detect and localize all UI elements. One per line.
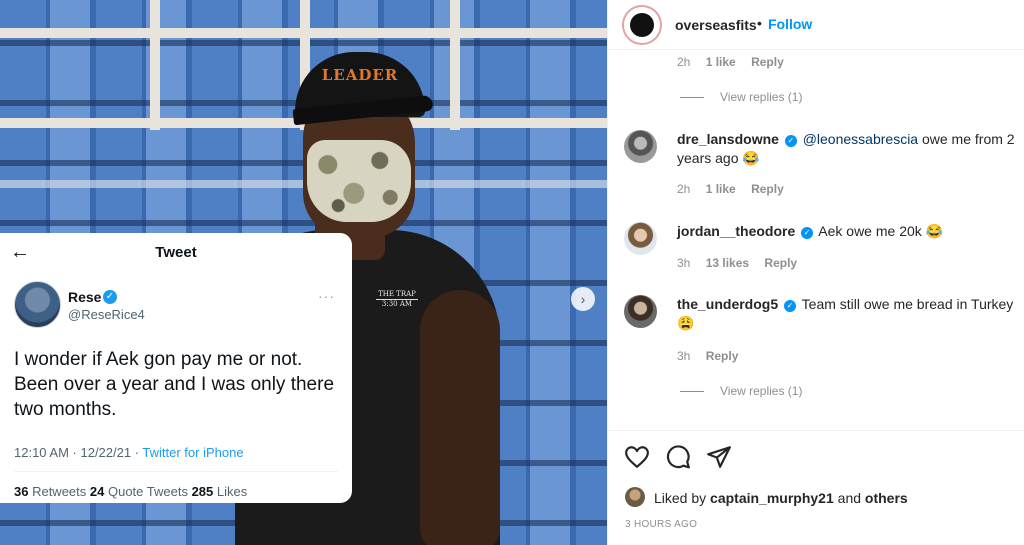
post-username[interactable]: overseasfits bbox=[675, 17, 757, 33]
liked-by-prefix: Liked by bbox=[654, 490, 711, 506]
arm bbox=[420, 290, 500, 545]
others-link[interactable]: others bbox=[865, 490, 908, 506]
like-count: 285 bbox=[191, 484, 214, 499]
verified-icon: ✓ bbox=[784, 300, 797, 312]
tweet-avatar bbox=[14, 281, 61, 328]
shirt-print-line1: THE TRAP bbox=[376, 290, 418, 300]
more-icon: ··· bbox=[318, 288, 335, 304]
view-replies-button[interactable]: View replies (1) bbox=[680, 90, 802, 104]
railing-post bbox=[150, 0, 160, 130]
cap-logo: LEADER bbox=[321, 66, 399, 84]
reply-button[interactable]: Reply bbox=[751, 55, 784, 69]
verified-icon: ✓ bbox=[784, 135, 797, 147]
quote-count: 24 bbox=[89, 484, 105, 499]
comment-body: Aek owe me 20k 😂 bbox=[818, 223, 944, 239]
shirt-print-line2: 3:30 AM bbox=[381, 300, 413, 308]
comment-icon[interactable] bbox=[665, 444, 691, 470]
comment-time: 2h bbox=[677, 182, 691, 196]
comment-text: the_underdog5 ✓ Team still owe me bread … bbox=[677, 295, 1022, 333]
commenter-avatar[interactable] bbox=[624, 222, 657, 255]
like-label: Likes bbox=[213, 484, 248, 499]
tweet-text: I wonder if Aek gon pay me or not. Been … bbox=[14, 349, 335, 420]
view-replies-label: View replies (1) bbox=[720, 90, 803, 104]
next-image-button[interactable]: › bbox=[571, 287, 595, 311]
comment-meta: 3h Reply bbox=[677, 349, 750, 363]
comment-likes[interactable]: 1 like bbox=[706, 182, 736, 196]
divider bbox=[14, 471, 338, 472]
liked-by: Liked by captain_murphy21 and others bbox=[654, 490, 908, 506]
verified-icon: ✓ bbox=[103, 290, 117, 304]
comment-text: dre_lansdowne ✓ @leonessabrescia owe me … bbox=[677, 130, 1022, 168]
comment-time: 3h bbox=[677, 256, 691, 270]
comment-likes[interactable]: 1 like bbox=[706, 55, 736, 69]
share-icon[interactable] bbox=[706, 444, 732, 470]
tweet-title: Tweet bbox=[155, 244, 197, 261]
post-header: overseasfits • Follow bbox=[608, 0, 1024, 50]
tweet-author-handle: @ReseRice4 bbox=[68, 307, 145, 322]
commenter-avatar[interactable] bbox=[624, 295, 657, 328]
commenter-username[interactable]: the_underdog5 bbox=[677, 296, 778, 312]
reply-button[interactable]: Reply bbox=[751, 182, 784, 196]
tweet-meta: 12:10 AM · 12/22/21 · Twitter for iPhone bbox=[14, 445, 244, 460]
liker-username[interactable]: captain_murphy21 bbox=[710, 490, 834, 506]
comments-list: 2h 1 like Reply View replies (1) dre_lan… bbox=[608, 50, 1024, 430]
reply-button[interactable]: Reply bbox=[764, 256, 797, 270]
view-replies-button[interactable]: View replies (1) bbox=[680, 384, 802, 398]
commenter-avatar[interactable] bbox=[624, 130, 657, 163]
shirt-print: THE TRAP 3:30 AM bbox=[367, 290, 427, 309]
profile-avatar[interactable] bbox=[622, 5, 662, 45]
tweet-card: ← Tweet Rese ✓ @ReseRice4 ··· I wonder i… bbox=[0, 233, 352, 503]
liker-avatar[interactable] bbox=[625, 487, 645, 507]
tweet-stats: 36 Retweets 24 Quote Tweets 285 Likes bbox=[14, 484, 247, 499]
tweet-source: Twitter for iPhone bbox=[142, 445, 244, 460]
retweet-label: Retweets bbox=[28, 484, 90, 499]
post-actions: Liked by captain_murphy21 and others 3 H… bbox=[608, 430, 1024, 545]
post-time: 3 HOURS AGO bbox=[625, 519, 698, 530]
commenter-username[interactable]: jordan__theodore bbox=[677, 223, 795, 239]
mention-link[interactable]: @leonessabrescia bbox=[803, 131, 918, 147]
post-image: LEADER THE TRAP 3:30 AM ← Tweet Rese ✓ @… bbox=[0, 0, 607, 545]
heart-icon[interactable] bbox=[624, 444, 650, 470]
quote-label: Quote Tweets bbox=[104, 484, 192, 499]
reply-button[interactable]: Reply bbox=[706, 349, 739, 363]
comment-text: jordan__theodore ✓ Aek owe me 20k 😂 bbox=[677, 222, 1022, 241]
separator-dot: • bbox=[757, 15, 762, 31]
tweet-timestamp: 12:10 AM · 12/22/21 · bbox=[14, 445, 143, 460]
post-sidebar: overseasfits • Follow 2h 1 like Reply Vi… bbox=[607, 0, 1024, 545]
verified-icon: ✓ bbox=[801, 227, 814, 239]
follow-button[interactable]: Follow bbox=[768, 16, 812, 32]
comment-time: 3h bbox=[677, 349, 691, 363]
view-replies-label: View replies (1) bbox=[720, 384, 803, 398]
tweet-header: ← Tweet bbox=[0, 233, 352, 273]
comment-likes[interactable]: 13 likes bbox=[706, 256, 749, 270]
commenter-username[interactable]: dre_lansdowne bbox=[677, 131, 779, 147]
face-mask bbox=[307, 140, 411, 222]
comment-meta: 2h 1 like Reply bbox=[677, 182, 796, 196]
comment-time: 2h bbox=[677, 55, 691, 69]
tweet-author-name: Rese bbox=[68, 289, 102, 305]
retweet-count: 36 bbox=[14, 484, 29, 499]
liked-by-and: and bbox=[833, 490, 865, 506]
comment-meta: 2h 1 like Reply bbox=[677, 55, 796, 69]
comment-meta: 3h 13 likes Reply bbox=[677, 256, 809, 270]
